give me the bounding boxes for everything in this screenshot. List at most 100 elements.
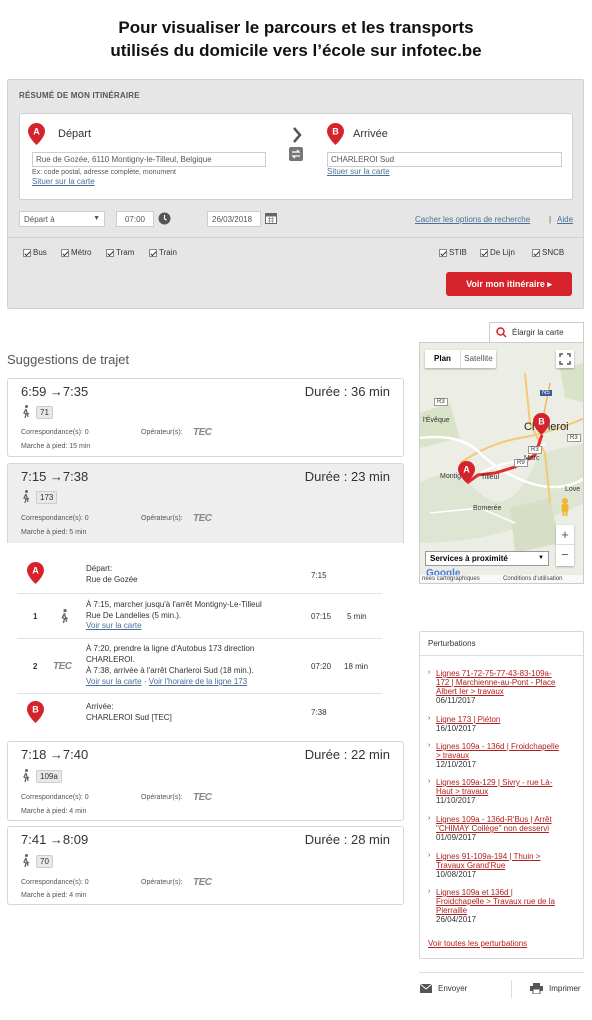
- svg-text:A: A: [33, 127, 40, 137]
- checkbox-bus[interactable]: Bus: [23, 248, 47, 257]
- checkbox-tram-label: Tram: [116, 248, 135, 257]
- map-pin-a-icon[interactable]: A: [458, 461, 475, 483]
- help-link[interactable]: Aide: [557, 215, 573, 224]
- perturbation-link-line[interactable]: Pierraille: [436, 906, 581, 915]
- send-button[interactable]: Envoyer: [420, 984, 467, 993]
- bus-line-badge: 71: [36, 406, 53, 419]
- arrivee-input[interactable]: CHARLEROI Sud: [327, 152, 562, 167]
- checkbox-stib[interactable]: STIB: [439, 248, 467, 257]
- perturbation-link-line[interactable]: Lignes 109a - 136d-R'Bus | Arrêt: [436, 815, 581, 824]
- checkbox-delijn-label: De Lijn: [490, 248, 515, 257]
- step-1-line-1: À 7:15, marcher jusqu'à l'arrêt Montigny…: [86, 600, 262, 609]
- step-2-map-link[interactable]: Voir sur la carte: [86, 677, 142, 686]
- perturbation-item-3[interactable]: › Lignes 109a - 136d | Froidchapelle > t…: [428, 742, 581, 770]
- perturbation-link-line[interactable]: Froidchapelle > Travaux rue de la: [436, 897, 581, 906]
- zoom-out-button[interactable]: −: [556, 545, 574, 565]
- tec-logo: TEC: [193, 513, 212, 524]
- step-1-map-link[interactable]: Voir sur la carte: [86, 621, 142, 630]
- route-card-2-selected[interactable]: 7:15 →7:38 Durée : 23 min 173 Correspond…: [7, 463, 404, 543]
- date-input[interactable]: 26/03/2018: [207, 211, 261, 227]
- route-card-4[interactable]: 7:41 →8:09 Durée : 28 min 70 Corresponda…: [7, 826, 404, 905]
- perturbation-item-2[interactable]: › Ligne 173 | Piéton 16/10/2017: [428, 715, 581, 734]
- checkbox-tram[interactable]: Tram: [106, 248, 134, 257]
- detail-start-time: 7:15: [311, 571, 327, 580]
- route-operator-label: Opérateur(s):: [141, 794, 183, 801]
- hide-options-link[interactable]: Cacher les options de recherche: [415, 215, 530, 224]
- all-perturbations-link[interactable]: Voir toutes les perturbations: [428, 939, 527, 948]
- perturbation-link-line[interactable]: Haut > travaux: [436, 787, 581, 796]
- services-select[interactable]: Services à proximité ▼: [425, 551, 549, 566]
- perturbation-item-7[interactable]: › Lignes 109a et 136d | Froidchapelle > …: [428, 888, 581, 925]
- map-tab-plan[interactable]: Plan: [425, 350, 461, 368]
- tec-logo: TEC: [193, 427, 212, 438]
- step-2-timetable-link[interactable]: Voir l'horaire de la ligne 173: [149, 677, 247, 686]
- enlarge-map-button[interactable]: Élargir la carte: [489, 322, 584, 342]
- svg-text:A: A: [463, 465, 470, 475]
- route-card-1[interactable]: 6:59 →7:35 Durée : 36 min 71 Corresponda…: [7, 378, 404, 457]
- perturbation-link-line[interactable]: Travaux Grand'Rue: [436, 861, 581, 870]
- perturbation-link-line[interactable]: Lignes 71-72-75-77-43-83-109a-: [436, 669, 581, 678]
- perturbation-item-6[interactable]: › Lignes 91-109a-194 | Thuin > Travaux G…: [428, 852, 581, 880]
- svg-text:B: B: [32, 705, 39, 715]
- form-divider: [8, 237, 583, 238]
- route-correspondances: Correspondance(s): 0: [21, 794, 89, 801]
- bullet-icon: ›: [428, 742, 431, 749]
- step-1-number: 1: [33, 612, 38, 621]
- map-tab-satellite[interactable]: Satellite: [461, 350, 496, 368]
- checkbox-delijn[interactable]: De Lijn: [480, 248, 515, 257]
- map-label-leveque: l'Évêque: [423, 417, 450, 424]
- route-card-3[interactable]: 7:18 →7:40 Durée : 22 min 109a Correspon…: [7, 741, 404, 821]
- calendar-icon[interactable]: [265, 212, 277, 224]
- tec-logo: TEC: [193, 877, 212, 888]
- perturbation-item-1[interactable]: › Lignes 71-72-75-77-43-83-109a- 172 | M…: [428, 669, 581, 706]
- clock-icon[interactable]: [158, 212, 171, 225]
- checkbox-metro-label: Métro: [71, 248, 92, 257]
- perturbation-link-line[interactable]: Albert Ier > travaux: [436, 687, 581, 696]
- depart-mode-select[interactable]: Départ à ▼: [19, 211, 105, 227]
- bullet-icon: ›: [428, 669, 431, 676]
- walk-icon: [23, 854, 30, 867]
- fullscreen-button[interactable]: [556, 350, 574, 368]
- map-terms-link[interactable]: Conditions d'utilisation: [503, 576, 563, 582]
- perturbation-link-line[interactable]: 172 | Marchienne-au-Pont - Place: [436, 678, 581, 687]
- perturbation-link-line[interactable]: Lignes 109a - 136d | Froidchapelle: [436, 742, 581, 751]
- footer-separator: [511, 980, 512, 998]
- depart-map-link[interactable]: Situer sur la carte: [32, 177, 95, 186]
- detail-divider: [17, 638, 382, 639]
- headline-line-1: Pour visualiser le parcours et les trans…: [118, 18, 474, 37]
- checkbox-checked-icon: [23, 248, 31, 257]
- perturbation-item-4[interactable]: › Lignes 109a-129 | Sivry - rue Là- Haut…: [428, 778, 581, 806]
- perturbations-divider: [420, 655, 583, 656]
- perturbation-link-line[interactable]: Lignes 91-109a-194 | Thuin >: [436, 852, 581, 861]
- route-walk-time: Marche à pied: 15 min: [21, 443, 91, 450]
- svg-text:A: A: [32, 566, 39, 576]
- route-map[interactable]: Plan Satellite Charleroi Montig Tilleul …: [419, 342, 584, 584]
- checkbox-metro[interactable]: Métro: [61, 248, 91, 257]
- perturbation-link-line[interactable]: Lignes 109a et 136d |: [436, 888, 581, 897]
- zoom-in-button[interactable]: +: [556, 525, 574, 545]
- detail-end-time: 7:38: [311, 708, 327, 717]
- checkbox-sncb[interactable]: SNCB: [532, 248, 564, 257]
- pin-b-icon: B: [327, 123, 344, 145]
- perturbation-link-line[interactable]: Lignes 109a-129 | Sivry - rue Là-: [436, 778, 581, 787]
- checkbox-train-label: Train: [159, 248, 177, 257]
- checkbox-checked-icon: [439, 248, 447, 257]
- perturbation-link-line[interactable]: Ligne 173 | Piéton: [436, 715, 581, 724]
- footer-divider: [419, 972, 584, 973]
- map-pin-b-icon[interactable]: B: [533, 413, 550, 435]
- step-1-line-2: Rue De Landelies (5 min.).: [86, 611, 182, 620]
- time-input[interactable]: 07:00: [116, 211, 154, 227]
- route-duration: Durée : 23 min: [304, 469, 390, 484]
- swap-button[interactable]: [289, 147, 303, 161]
- checkbox-train[interactable]: Train: [149, 248, 177, 257]
- perturbation-link-line[interactable]: "CHIMAY Collège" non desservi: [436, 824, 581, 833]
- street-view-pegman-icon[interactable]: [559, 497, 571, 517]
- perturbation-item-5[interactable]: › Lignes 109a - 136d-R'Bus | Arrêt "CHIM…: [428, 815, 581, 843]
- arrivee-map-link[interactable]: Situer sur la carte: [327, 167, 390, 176]
- print-button[interactable]: Imprimer: [530, 983, 581, 994]
- bullet-icon: ›: [428, 888, 431, 895]
- depart-input[interactable]: Rue de Gozée, 6110 Montigny-le-Tilleul, …: [32, 152, 266, 167]
- voir-itineraire-button[interactable]: Voir mon itinéraire ▸: [446, 272, 572, 296]
- perturbation-link-line[interactable]: > travaux: [436, 751, 581, 760]
- depart-label: Départ: [58, 128, 92, 140]
